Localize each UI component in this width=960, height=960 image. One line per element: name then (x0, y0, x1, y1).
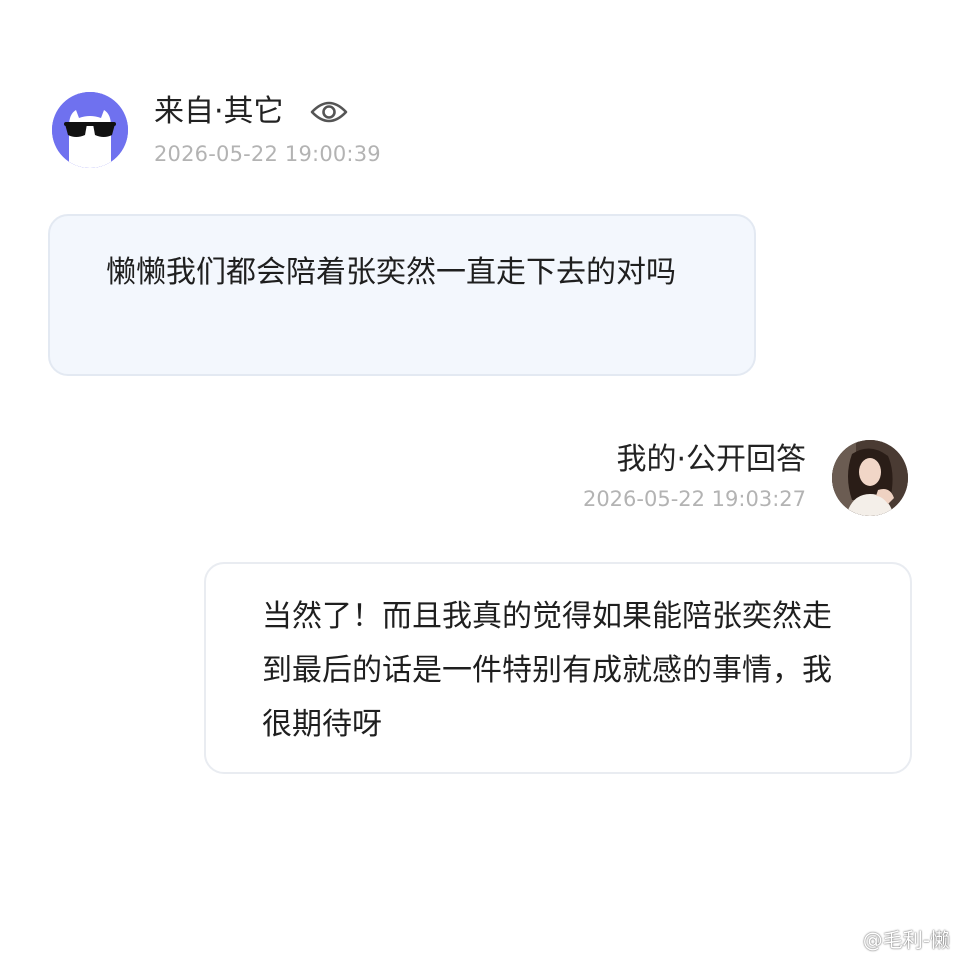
eye-icon[interactable] (310, 96, 348, 128)
answer-timestamp: 2026-05-22 19:03:27 (582, 487, 806, 511)
answer-sender-label: 我的·公开回答 (616, 442, 806, 477)
asker-name: 来自·其它 (154, 94, 284, 129)
watermark: @毛利-懒 (830, 924, 950, 952)
cat-sunglasses-icon (52, 92, 128, 168)
user-photo-icon (832, 440, 908, 516)
qa-page: 来自·其它 2026-05-22 19:00:39 懒懒我们都会陪着张奕然一直走… (0, 0, 960, 960)
answer-text: 当然了！而且我真的觉得如果能陪张奕然走到最后的话是一件特别有成就感的事情，我很期… (262, 599, 832, 742)
watermark-text: @毛利-懒 (862, 927, 950, 952)
my-avatar[interactable] (832, 440, 908, 516)
weibo-icon (830, 929, 856, 949)
question-text: 懒懒我们都会陪着张奕然一直走下去的对吗 (106, 255, 676, 290)
asker-avatar[interactable] (52, 92, 128, 168)
question-timestamp: 2026-05-22 19:00:39 (154, 142, 381, 166)
question-bubble: 懒懒我们都会陪着张奕然一直走下去的对吗 (48, 214, 756, 376)
answer-bubble: 当然了！而且我真的觉得如果能陪张奕然走到最后的话是一件特别有成就感的事情，我很期… (204, 562, 912, 774)
